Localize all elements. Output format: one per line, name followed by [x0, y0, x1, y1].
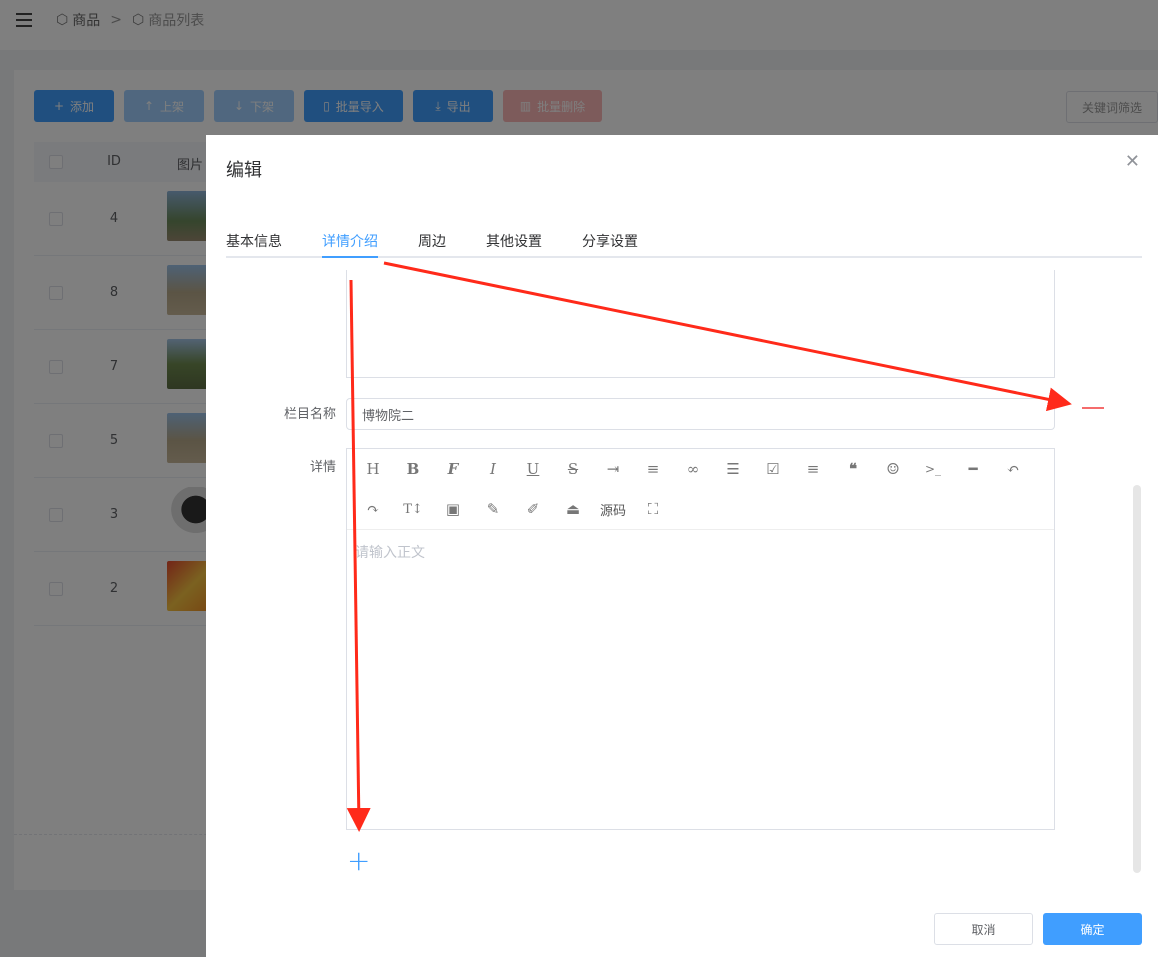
clear-format-icon[interactable]: ✎: [479, 497, 507, 521]
tab-surroundings[interactable]: 周边: [418, 231, 446, 251]
tab-share-settings[interactable]: 分享设置: [582, 231, 638, 251]
fullscreen-icon[interactable]: ⛶: [639, 497, 667, 521]
detail-label: 详情: [309, 460, 336, 475]
edit-dialog: 编辑 ✕ 基本信息 详情介绍 周边 其他设置 分享设置 栏目名称 博物院二 详情…: [206, 135, 1158, 957]
indent-icon[interactable]: ⇥: [599, 457, 627, 481]
dialog-tabs: 基本信息 详情介绍 周边 其他设置 分享设置: [226, 227, 1142, 258]
confirm-button[interactable]: 确定: [1043, 913, 1142, 945]
divider-icon[interactable]: ━: [959, 457, 987, 481]
source-code-button[interactable]: 源码: [596, 497, 630, 521]
paint-brush-icon[interactable]: ✐: [519, 497, 547, 521]
font-size-icon[interactable]: T↕: [399, 497, 427, 521]
add-section-button[interactable]: +: [347, 847, 370, 875]
font-icon[interactable]: F: [439, 457, 467, 481]
tab-basic-info[interactable]: 基本信息: [226, 231, 282, 251]
todo-checkbox-icon[interactable]: ☑: [759, 457, 787, 481]
active-tab-indicator: [322, 256, 378, 258]
bold-icon[interactable]: B: [399, 457, 427, 481]
editor-placeholder[interactable]: 请输入正文: [355, 542, 425, 562]
quote-icon[interactable]: ❝: [839, 457, 867, 481]
previous-editor-bottom[interactable]: [346, 270, 1055, 378]
close-icon[interactable]: ✕: [1125, 153, 1140, 171]
emoji-icon[interactable]: ☺: [879, 457, 907, 481]
column-name-label: 栏目名称: [283, 407, 336, 422]
link-icon[interactable]: ∞: [679, 457, 707, 481]
column-name-input[interactable]: 博物院二: [346, 398, 1055, 430]
tab-other-settings[interactable]: 其他设置: [486, 231, 542, 251]
rich-text-editor: H B F I U S ⇥ ≡ ∞ ☰ ☑ ≡ ❝ ☺ >_ ━ ↶ ↷ T↕ …: [346, 448, 1055, 830]
redo-icon[interactable]: ↷: [359, 497, 387, 521]
tab-detail-intro[interactable]: 详情介绍: [322, 231, 378, 251]
justify-icon[interactable]: ≡: [799, 457, 827, 481]
cancel-button[interactable]: 取消: [934, 913, 1033, 945]
list-icon[interactable]: ☰: [719, 457, 747, 481]
code-icon[interactable]: >_: [919, 457, 947, 481]
editor-toolbar: H B F I U S ⇥ ≡ ∞ ☰ ☑ ≡ ❝ ☺ >_ ━ ↶ ↷ T↕ …: [347, 449, 1054, 530]
italic-icon[interactable]: I: [479, 457, 507, 481]
upload-icon[interactable]: ⏏: [559, 497, 587, 521]
strikethrough-icon[interactable]: S: [559, 457, 587, 481]
underline-icon[interactable]: U: [519, 457, 547, 481]
remove-section-button[interactable]: [1082, 407, 1104, 409]
image-icon[interactable]: ▣: [439, 497, 467, 521]
heading-icon[interactable]: H: [359, 457, 387, 481]
undo-icon[interactable]: ↶: [999, 457, 1027, 481]
line-height-icon[interactable]: ≡: [639, 457, 667, 481]
dialog-scrollbar[interactable]: [1133, 485, 1141, 873]
dialog-title: 编辑: [226, 160, 262, 181]
